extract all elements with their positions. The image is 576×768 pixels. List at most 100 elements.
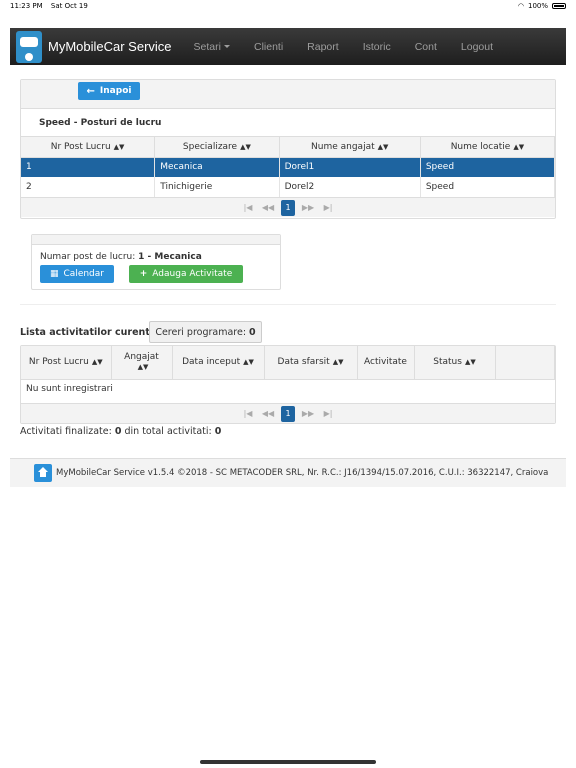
status-battery-text: 100% — [527, 2, 548, 10]
sort-icon: ▲▼ — [91, 358, 103, 367]
table-cell: Speed — [420, 157, 556, 177]
activities-panel: Nr Post Lucru ▲▼ Angajat ▲▼ Data inceput ▲▼… — [20, 345, 556, 424]
last-page-icon[interactable]: ▶| — [321, 409, 335, 418]
sort-icon: ▲▼ — [243, 358, 254, 367]
next-page-icon[interactable]: ▶▶ — [301, 409, 315, 418]
column-label: Data inceput — [182, 357, 241, 368]
caret-down-icon — [223, 45, 230, 49]
table-cell: Mecanica — [154, 157, 280, 177]
nav-raport[interactable]: Raport — [295, 41, 351, 53]
column-label: Nr Post Lucru — [28, 357, 89, 368]
table-cell: 1 — [21, 157, 156, 177]
activities-table: Nr Post Lucru ▲▼ Angajat ▲▼ Data inceput ▲▼… — [21, 346, 555, 399]
footer: MyMobileCar Service v1.5.4 ©2018 - SC ME… — [10, 458, 566, 487]
table-row[interactable]: 1 Mecanica Dorel1 Speed — [21, 157, 556, 177]
wifi-icon: ◠ — [517, 2, 524, 10]
brand-logo-icon[interactable] — [16, 30, 42, 63]
first-page-icon[interactable]: |◀ — [241, 203, 255, 212]
total-label: din total activitati: — [124, 426, 212, 437]
home-icon[interactable] — [34, 464, 52, 482]
column-header-nume-angajat[interactable]: Nume angajat ▲▼ — [279, 137, 421, 158]
column-header-specializare[interactable]: Specializare ▲▼ — [154, 137, 280, 158]
add-activity-button[interactable]: + Adauga Activitate — [129, 265, 243, 283]
calendar-icon: ▦ — [50, 269, 59, 279]
calendar-button[interactable]: ▦ Calendar — [40, 265, 114, 283]
column-header-nr-post[interactable]: Nr Post Lucru ▲▼ — [21, 346, 112, 380]
column-label: Activitate — [364, 357, 407, 368]
table-cell: Speed — [420, 177, 556, 197]
status-right: ◠ 100% — [518, 2, 566, 10]
activities-pager: |◀ ◀◀ 1 ▶▶ ▶| — [21, 403, 555, 423]
nav-setari[interactable]: Setari — [182, 41, 242, 53]
requests-button[interactable]: Cereri programare: 0 — [149, 321, 262, 343]
column-label: Nume locatie — [450, 141, 511, 152]
page-number[interactable]: 1 — [281, 405, 295, 422]
column-header-data-inceput[interactable]: Data inceput ▲▼ — [172, 346, 265, 380]
column-header-angajat[interactable]: Angajat ▲▼ — [111, 346, 173, 380]
workstations-toolbar: ← Inapoi — [21, 80, 555, 109]
column-header-nr-post[interactable]: Nr Post Lucru ▲▼ — [21, 137, 156, 158]
plus-icon: + — [139, 269, 148, 279]
requests-count: 0 — [249, 326, 256, 338]
next-page-icon[interactable]: ▶▶ — [301, 203, 315, 212]
column-header-data-sfarsit[interactable]: Data sfarsit ▲▼ — [264, 346, 358, 380]
column-label: Angajat — [124, 352, 159, 363]
nav-logout[interactable]: Logout — [449, 41, 505, 53]
sort-icon: ▲▼ — [113, 142, 125, 151]
arrow-left-icon: ← — [86, 85, 95, 97]
workstation-value: 1 - Mecanica — [138, 252, 202, 262]
table-row[interactable]: 2 Tinichigerie Dorel2 Speed — [21, 177, 556, 197]
total-count: 0 — [214, 426, 222, 437]
column-header-activitate[interactable]: Activitate — [357, 346, 415, 380]
empty-message: Nu sunt inregistrari — [26, 384, 113, 395]
add-activity-label: Adauga Activitate — [152, 269, 233, 279]
column-label: Data sfarsit — [277, 357, 330, 368]
sort-icon: ▲▼ — [240, 142, 251, 151]
table-row: Nu sunt inregistrari — [21, 379, 555, 399]
finished-count: 0 — [114, 426, 122, 437]
divider — [20, 304, 556, 305]
status-time: 11:23 PM — [10, 2, 43, 10]
workstations-pager: |◀ ◀◀ 1 ▶▶ ▶| — [21, 197, 555, 217]
sort-icon: ▲▼ — [464, 358, 476, 367]
requests-label: Cereri programare: — [155, 326, 247, 338]
workstations-table: Nr Post Lucru ▲▼ Specializare ▲▼ Nume anga… — [21, 137, 556, 197]
calendar-label: Calendar — [63, 269, 104, 279]
column-label: Specializare — [182, 141, 238, 152]
column-label: Nume angajat — [311, 141, 375, 152]
brand-title[interactable]: MyMobileCar Service — [48, 39, 172, 54]
nav-istoric[interactable]: Istoric — [351, 41, 403, 53]
column-header-actions — [495, 346, 555, 380]
status-left: 11:23 PM Sat Oct 19 — [10, 2, 94, 10]
last-page-icon[interactable]: ▶| — [321, 203, 335, 212]
footer-text: MyMobileCar Service v1.5.4 ©2018 - SC ME… — [56, 468, 549, 478]
workstations-panel: ← Inapoi Speed - Posturi de lucru Nr Pos… — [20, 79, 556, 219]
first-page-icon[interactable]: |◀ — [241, 409, 255, 418]
battery-icon — [552, 3, 566, 9]
column-header-status[interactable]: Status ▲▼ — [414, 346, 496, 380]
panel-header — [32, 235, 280, 245]
sort-icon: ▲▼ — [513, 142, 525, 151]
nav-clienti[interactable]: Clienti — [242, 41, 295, 53]
home-indicator — [200, 760, 376, 764]
workstation-label: Numar post de lucru: — [40, 252, 136, 262]
back-button[interactable]: ← Inapoi — [78, 82, 140, 100]
prev-page-icon[interactable]: ◀◀ — [261, 409, 275, 418]
nav-cont[interactable]: Cont — [403, 41, 449, 53]
navbar: MyMobileCar Service Setari Clienti Rapor… — [10, 28, 566, 65]
sort-icon: ▲▼ — [332, 358, 344, 367]
column-label: Status — [433, 357, 462, 368]
column-header-nume-locatie[interactable]: Nume locatie ▲▼ — [420, 137, 556, 158]
table-cell: Dorel1 — [279, 157, 421, 177]
activities-summary: Activitati finalizate: 0 din total activ… — [20, 426, 221, 437]
workstation-info: Numar post de lucru: 1 - Mecanica — [40, 252, 202, 262]
sort-icon: ▲▼ — [137, 363, 149, 372]
status-bar: 11:23 PM Sat Oct 19 ◠ 100% — [0, 0, 576, 12]
sort-icon: ▲▼ — [377, 142, 389, 151]
table-cell: Dorel2 — [279, 177, 421, 197]
activities-title: Lista activitatilor curente — [20, 327, 157, 338]
prev-page-icon[interactable]: ◀◀ — [261, 203, 275, 212]
table-cell: Tinichigerie — [154, 177, 280, 197]
back-label: Inapoi — [99, 86, 132, 96]
page-number[interactable]: 1 — [281, 199, 295, 216]
